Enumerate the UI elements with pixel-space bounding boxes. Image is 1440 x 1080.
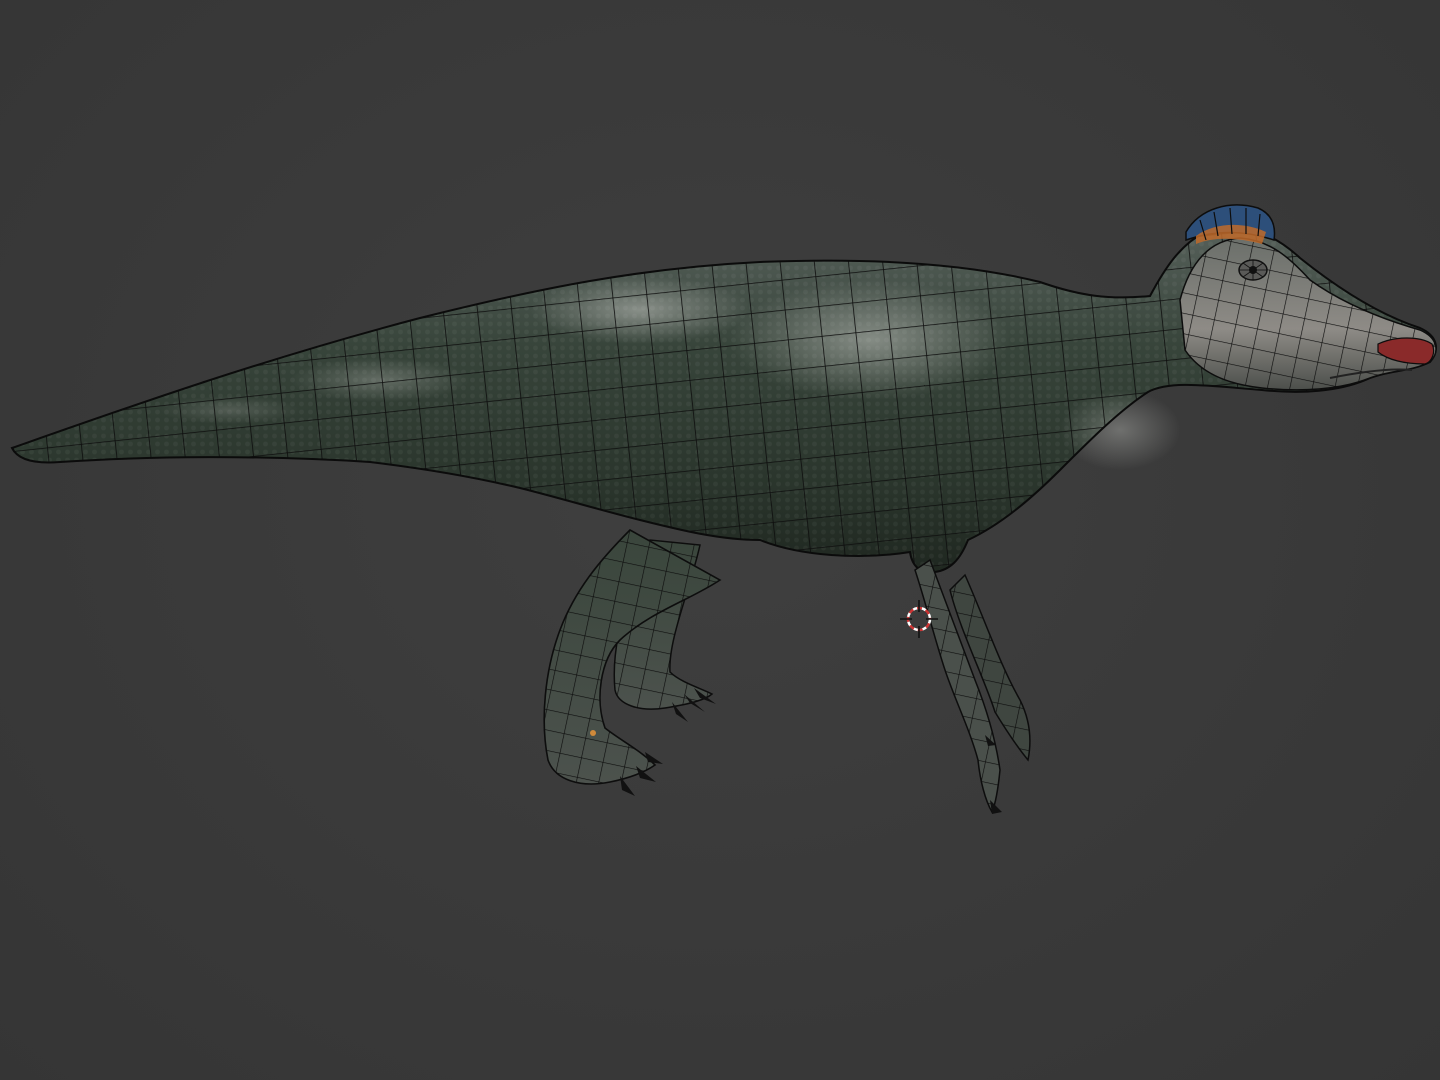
viewport-canvas[interactable] (0, 0, 1440, 1080)
3d-viewport[interactable] (0, 0, 1440, 1080)
dinosaur-model[interactable] (10, 204, 1437, 814)
eye-icon (1238, 259, 1268, 281)
dinosaur-head (1179, 237, 1437, 391)
head-crest (1185, 204, 1276, 244)
